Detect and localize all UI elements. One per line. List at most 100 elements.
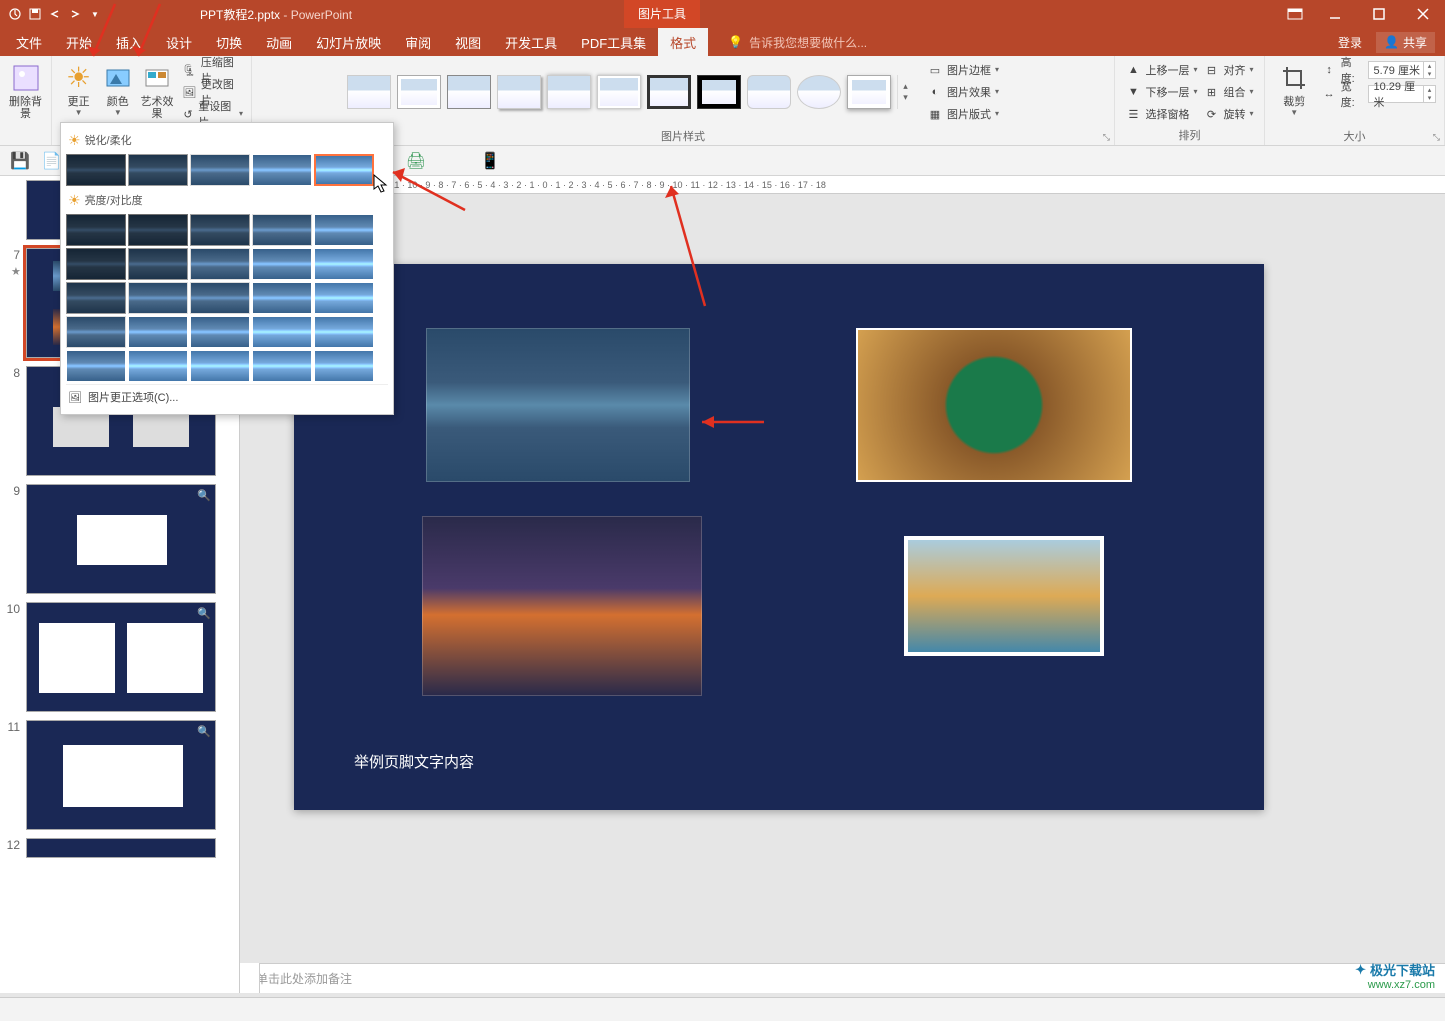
- tab-format[interactable]: 格式: [658, 28, 708, 56]
- tab-animations[interactable]: 动画: [254, 28, 304, 56]
- remove-background-button[interactable]: 删除背景: [4, 60, 48, 122]
- slide-canvas[interactable]: 举例页脚文字内容: [240, 194, 1445, 963]
- brightness-preset[interactable]: [66, 316, 126, 348]
- brightness-preset[interactable]: [190, 282, 250, 314]
- slide-thumb-item[interactable]: 12: [0, 834, 239, 862]
- brightness-preset[interactable]: [252, 282, 312, 314]
- redo-icon[interactable]: [68, 7, 82, 21]
- height-input[interactable]: 5.79 厘米▴▾: [1368, 61, 1436, 79]
- brightness-preset[interactable]: [66, 214, 126, 246]
- style-thumb[interactable]: [597, 75, 641, 109]
- brightness-preset[interactable]: [66, 282, 126, 314]
- brightness-preset[interactable]: [128, 282, 188, 314]
- picture-corrections-options[interactable]: 🖼 图片更正选项(C)...: [66, 384, 388, 409]
- gallery-expand-icon[interactable]: ▴▾: [897, 75, 913, 109]
- picture-styles-gallery[interactable]: ▴▾ ▭图片边框▾ ◐图片效果▾ ▦图片版式▾: [347, 60, 1019, 124]
- undo-icon[interactable]: [48, 7, 62, 21]
- slide-footer-text[interactable]: 举例页脚文字内容: [354, 751, 474, 772]
- autosave-icon[interactable]: [8, 7, 22, 21]
- tell-me[interactable]: 💡 告诉我您想要做什么...: [728, 28, 867, 56]
- style-thumb[interactable]: [847, 75, 891, 109]
- new-file-icon[interactable]: 📄: [42, 151, 62, 171]
- spin-down-icon[interactable]: ▾: [1423, 94, 1435, 102]
- minimize-button[interactable]: [1313, 0, 1357, 28]
- style-thumb[interactable]: [647, 75, 691, 109]
- sharpen-preset[interactable]: [252, 154, 312, 186]
- ribbon-display-icon[interactable]: [1277, 0, 1313, 28]
- brightness-preset[interactable]: [314, 214, 374, 246]
- slide-image-city[interactable]: [422, 516, 702, 696]
- brightness-preset[interactable]: [128, 214, 188, 246]
- picture-layout-button[interactable]: ▦图片版式▾: [927, 104, 999, 124]
- brightness-preset[interactable]: [314, 282, 374, 314]
- spin-up-icon[interactable]: ▴: [1423, 86, 1435, 94]
- style-thumb[interactable]: [797, 75, 841, 109]
- style-thumb[interactable]: [697, 75, 741, 109]
- save-icon[interactable]: 💾: [10, 151, 30, 171]
- brightness-preset[interactable]: [190, 316, 250, 348]
- tab-review[interactable]: 审阅: [393, 28, 443, 56]
- style-thumb[interactable]: [397, 75, 441, 109]
- sharpen-preset[interactable]: [128, 154, 188, 186]
- brightness-preset[interactable]: [252, 350, 312, 382]
- slide-thumb-item[interactable]: 9 🔍: [0, 480, 239, 598]
- artistic-effects-button[interactable]: 艺术效果 ▼: [138, 60, 175, 131]
- sharpen-preset[interactable]: [190, 154, 250, 186]
- qat-more-icon[interactable]: ▼: [88, 7, 102, 21]
- reset-picture-button[interactable]: ↺重设图片▾: [182, 104, 243, 124]
- dialog-launcher-icon[interactable]: ⤡: [1103, 132, 1110, 143]
- touch-mode-icon[interactable]: 📱: [480, 151, 500, 171]
- style-thumb[interactable]: [547, 75, 591, 109]
- tab-design[interactable]: 设计: [154, 28, 204, 56]
- brightness-preset[interactable]: [66, 248, 126, 280]
- brightness-preset[interactable]: [190, 350, 250, 382]
- slide-image-mountain[interactable]: [426, 328, 690, 482]
- bring-forward-button[interactable]: ▲上移一层▾: [1125, 60, 1197, 80]
- style-thumb[interactable]: [347, 75, 391, 109]
- brightness-preset[interactable]: [66, 350, 126, 382]
- color-button[interactable]: 颜色 ▼: [99, 60, 136, 119]
- width-input[interactable]: 10.29 厘米▴▾: [1368, 85, 1436, 103]
- slide-image-lake[interactable]: [904, 536, 1104, 656]
- notes-pane[interactable]: 单击此处添加备注: [240, 963, 1445, 993]
- brightness-preset[interactable]: [252, 248, 312, 280]
- brightness-preset[interactable]: [314, 316, 374, 348]
- print-preview-icon[interactable]: 🖨: [406, 151, 426, 171]
- corrections-button[interactable]: ☀ 更正 ▼: [60, 60, 97, 119]
- style-thumb[interactable]: [447, 75, 491, 109]
- tab-view[interactable]: 视图: [443, 28, 493, 56]
- sharpen-preset[interactable]: [314, 154, 374, 186]
- crop-button[interactable]: 裁剪 ▼: [1273, 60, 1315, 119]
- brightness-preset[interactable]: [314, 350, 374, 382]
- selection-pane-button[interactable]: ☰选择窗格: [1125, 104, 1197, 124]
- group-button[interactable]: ⊞组合▾: [1204, 82, 1254, 102]
- brightness-preset[interactable]: [128, 316, 188, 348]
- dialog-launcher-icon[interactable]: ⤡: [1433, 132, 1440, 143]
- save-icon[interactable]: [28, 7, 42, 21]
- tab-insert[interactable]: 插入: [104, 28, 154, 56]
- login-link[interactable]: 登录: [1338, 34, 1362, 51]
- style-thumb[interactable]: [497, 75, 541, 109]
- brightness-preset[interactable]: [252, 316, 312, 348]
- tab-file[interactable]: 文件: [4, 28, 54, 56]
- slide-thumb-item[interactable]: 11 🔍: [0, 716, 239, 834]
- spin-up-icon[interactable]: ▴: [1423, 62, 1435, 70]
- brightness-preset[interactable]: [190, 248, 250, 280]
- tab-pdf[interactable]: PDF工具集: [569, 28, 658, 56]
- rotate-button[interactable]: ⟳旋转▾: [1204, 104, 1254, 124]
- picture-border-button[interactable]: ▭图片边框▾: [927, 60, 999, 80]
- brightness-preset[interactable]: [252, 214, 312, 246]
- tab-transitions[interactable]: 切换: [204, 28, 254, 56]
- slide-image-chalkboard[interactable]: [856, 328, 1132, 482]
- slide-thumb-item[interactable]: 10 🔍: [0, 598, 239, 716]
- share-button[interactable]: 👤 共享: [1376, 32, 1435, 53]
- tab-home[interactable]: 开始: [54, 28, 104, 56]
- tab-developer[interactable]: 开发工具: [493, 28, 569, 56]
- brightness-preset[interactable]: [128, 350, 188, 382]
- close-button[interactable]: [1401, 0, 1445, 28]
- brightness-preset[interactable]: [190, 214, 250, 246]
- picture-effects-button[interactable]: ◐图片效果▾: [927, 82, 999, 102]
- style-thumb[interactable]: [747, 75, 791, 109]
- send-backward-button[interactable]: ▼下移一层▾: [1125, 82, 1197, 102]
- brightness-preset[interactable]: [128, 248, 188, 280]
